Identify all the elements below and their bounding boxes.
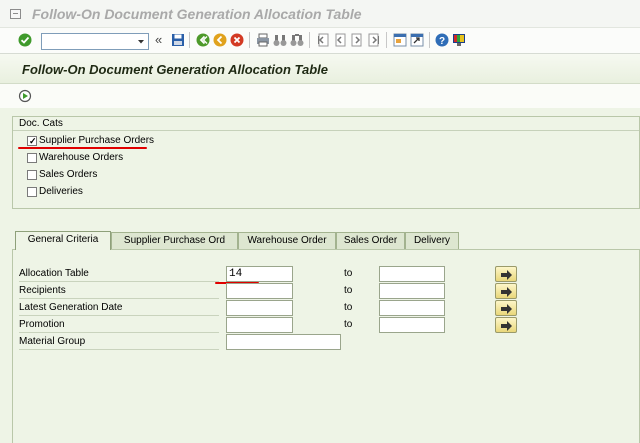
command-field[interactable] (41, 33, 149, 50)
tab-general-criteria[interactable]: General Criteria (15, 231, 111, 250)
recipients-from-field[interactable] (226, 283, 293, 299)
print-icon[interactable] (256, 33, 270, 47)
toolbar-separator (429, 32, 430, 48)
arrow-right-icon (501, 321, 512, 331)
collapse-command-icon[interactable]: « (155, 33, 169, 48)
window-title: Follow-On Document Generation Allocation… (32, 6, 362, 22)
promotion-to-field[interactable] (379, 317, 445, 333)
checkbox-label: Deliveries (39, 186, 83, 197)
arrow-right-icon (501, 287, 512, 297)
toolbar-separator (309, 32, 310, 48)
checkbox-sales-orders[interactable] (27, 170, 37, 180)
latest-generation-date-multiple-selection-button[interactable] (495, 300, 517, 316)
latest-generation-date-to-field[interactable] (379, 300, 445, 316)
find-icon[interactable] (273, 33, 287, 47)
to-label: to (344, 319, 353, 330)
toolbar-separator (249, 32, 250, 48)
previous-page-icon[interactable] (333, 33, 347, 47)
execute-icon[interactable] (18, 89, 32, 103)
tab-sales-order[interactable]: Sales Order (336, 232, 405, 249)
first-page-icon[interactable] (316, 33, 330, 47)
chevron-down-icon[interactable] (135, 35, 147, 48)
help-icon[interactable]: ? (435, 33, 449, 47)
command-input[interactable] (44, 35, 132, 48)
tab-warehouse-order[interactable]: Warehouse Order (238, 232, 336, 249)
checkbox-supplier-purchase-orders[interactable]: ✓ (27, 136, 37, 146)
customize-layout-icon[interactable] (452, 33, 466, 47)
to-label: to (344, 268, 353, 279)
latest-generation-date-label: Latest Generation Date (19, 300, 219, 316)
recipients-label: Recipients (19, 283, 219, 299)
next-page-icon[interactable] (350, 33, 364, 47)
allocation-table-to-field[interactable] (379, 266, 445, 282)
screen-title: Follow-On Document Generation Allocation… (22, 62, 328, 77)
promotion-multiple-selection-button[interactable] (495, 317, 517, 333)
checkbox-deliveries[interactable] (27, 187, 37, 197)
toolbar-separator (189, 32, 190, 48)
annotation-underline (18, 147, 147, 149)
doc-cats-group: Doc. Cats ✓ Supplier Purchase Orders War… (12, 116, 640, 209)
save-icon[interactable] (171, 33, 185, 47)
back-icon[interactable] (196, 33, 210, 47)
to-label: to (344, 285, 353, 296)
allocation-table-label: Allocation Table (19, 266, 219, 282)
toolbar-separator (386, 32, 387, 48)
arrow-right-icon (501, 304, 512, 314)
recipients-to-field[interactable] (379, 283, 445, 299)
group-divider (13, 130, 639, 131)
tab-supplier-purchase-ord[interactable]: Supplier Purchase Ord (111, 232, 238, 249)
checkbox-label: Supplier Purchase Orders (39, 135, 155, 146)
create-session-icon[interactable] (393, 33, 407, 47)
checkbox-warehouse-orders[interactable] (27, 153, 37, 163)
promotion-from-field[interactable] (226, 317, 293, 333)
tab-delivery[interactable]: Delivery (405, 232, 459, 249)
application-toolbar (0, 84, 640, 108)
system-menu-icon[interactable] (10, 9, 21, 19)
latest-generation-date-from-field[interactable] (226, 300, 293, 316)
find-next-icon[interactable] (290, 33, 304, 47)
checkbox-label: Sales Orders (39, 169, 98, 180)
promotion-label: Promotion (19, 317, 219, 333)
checkbox-label: Warehouse Orders (39, 152, 124, 163)
allocation-table-multiple-selection-button[interactable] (495, 266, 517, 282)
arrow-right-icon (501, 270, 512, 280)
last-page-icon[interactable] (367, 33, 381, 47)
shortcut-icon[interactable] (410, 33, 424, 47)
recipients-multiple-selection-button[interactable] (495, 283, 517, 299)
material-group-field[interactable] (226, 334, 341, 350)
svg-text:?: ? (439, 36, 445, 47)
doc-cats-title: Doc. Cats (19, 118, 63, 129)
to-label: to (344, 302, 353, 313)
screen-header: Follow-On Document Generation Allocation… (0, 54, 640, 84)
material-group-label: Material Group (19, 334, 219, 350)
checkmark-icon: ✓ (29, 136, 37, 146)
enter-icon[interactable] (18, 33, 32, 47)
cancel-icon[interactable] (230, 33, 244, 47)
exit-icon[interactable] (213, 33, 227, 47)
allocation-table-from-field[interactable]: 14 (226, 266, 293, 282)
window-title-bar: Follow-On Document Generation Allocation… (0, 0, 640, 28)
